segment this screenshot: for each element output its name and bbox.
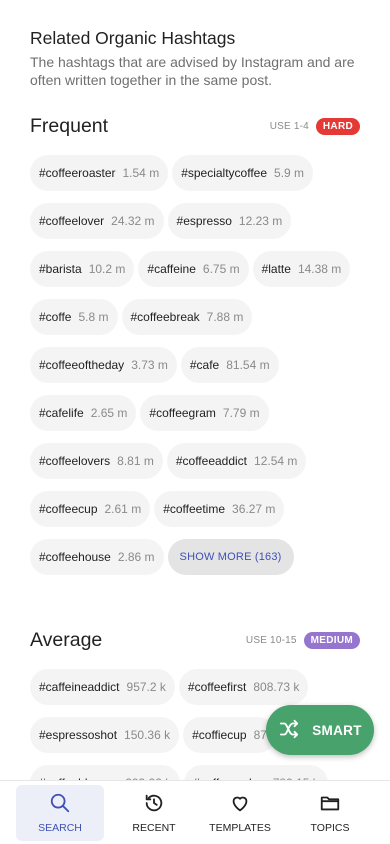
difficulty-badge-medium: MEDIUM	[303, 632, 360, 649]
nav-search[interactable]: SEARCH	[16, 785, 104, 841]
frequent-usage: USE 1-4 HARD	[270, 118, 360, 135]
hashtag-count: 1.54 m	[122, 166, 160, 180]
hashtag-name: #barista	[39, 262, 82, 276]
average-section-header: Average USE 10-15 MEDIUM	[30, 629, 360, 652]
hashtag-chip[interactable]: #coffeeoftheday 3.73 m	[30, 347, 177, 383]
page-description: The hashtags that are advised by Instagr…	[30, 54, 355, 88]
hashtag-count: 2.86 m	[117, 550, 155, 564]
page-title: Related Organic Hashtags	[30, 28, 236, 48]
hashtag-chip[interactable]: #latte 14.38 m	[252, 251, 351, 287]
difficulty-badge-hard: HARD	[315, 118, 360, 135]
hashtag-chip[interactable]: #caffeineaddict 957.2 k	[30, 669, 175, 705]
hashtag-chip[interactable]: #coffe 5.8 m	[30, 299, 118, 335]
smart-button[interactable]: SMART	[266, 705, 374, 755]
hashtag-count: 150.36 k	[124, 728, 171, 742]
frequent-section-header: Frequent USE 1-4 HARD	[30, 115, 360, 138]
hashtag-count: 2.65 m	[90, 406, 128, 420]
hashtag-name: #espresso	[176, 214, 232, 228]
hashtag-count: 10.2 m	[88, 262, 126, 276]
hashtag-chip[interactable]: #coffeetime 36.27 m	[154, 491, 285, 527]
smart-button-label: SMART	[312, 722, 362, 738]
hashtag-chip[interactable]: #coffeegram 7.79 m	[140, 395, 269, 431]
nav-recent[interactable]: RECENT	[110, 785, 198, 841]
average-title: Average	[30, 629, 103, 651]
hashtag-name: #coffeecup	[39, 502, 98, 516]
bottom-navigation: SEARCH RECENT TEMPLATES TOPICS	[0, 780, 390, 844]
nav-search-label: SEARCH	[38, 822, 82, 834]
hashtag-count: 7.88 m	[206, 310, 244, 324]
hashtag-chip[interactable]: #coffeefirst 808.73 k	[178, 669, 309, 705]
heart-icon	[229, 792, 251, 817]
hashtag-name: #espressoshot	[39, 728, 118, 742]
hashtag-count: 957.2 k	[126, 680, 166, 694]
hashtag-chip[interactable]: #coffeehouse 2.86 m	[30, 539, 164, 575]
hashtag-count: 7.79 m	[222, 406, 260, 420]
hashtag-chip[interactable]: #coffeelovers 8.81 m	[30, 443, 163, 479]
hashtag-count: 2.61 m	[104, 502, 142, 516]
hashtag-chip[interactable]: #coffeecup 2.61 m	[30, 491, 151, 527]
hashtag-chip[interactable]: #coffeelover 24.32 m	[30, 203, 164, 239]
folder-icon	[319, 792, 341, 817]
average-usage-text: USE 10-15	[245, 635, 297, 646]
hashtag-chip[interactable]: #espresso 12.23 m	[167, 203, 292, 239]
average-usage: USE 10-15 MEDIUM	[246, 632, 360, 649]
hashtag-count: 808.73 k	[253, 680, 300, 694]
hashtag-name: #coffeegram	[149, 406, 216, 420]
hashtag-name: #coffeelovers	[39, 454, 111, 468]
hashtag-name: #coffeeaddict	[175, 454, 248, 468]
hashtag-count: 6.75 m	[202, 262, 240, 276]
hashtag-count: 14.38 m	[297, 262, 342, 276]
hashtag-count: 87	[253, 728, 267, 742]
hashtag-name: #coffeeroaster	[39, 166, 116, 180]
hashtag-name: #coffeetime	[163, 502, 226, 516]
hashtag-name: #coffeefirst	[187, 680, 247, 694]
hashtag-name: #caffeineaddict	[39, 680, 120, 694]
hashtag-chip[interactable]: #cafelife 2.65 m	[30, 395, 137, 431]
hashtag-count: 5.8 m	[78, 310, 109, 324]
hashtag-count: 12.54 m	[254, 454, 298, 468]
hashtag-count: 5.9 m	[274, 166, 305, 180]
hashtag-chip[interactable]: #cafe 81.54 m	[180, 347, 279, 383]
hashtag-chip[interactable]: #specialtycoffee 5.9 m	[172, 155, 314, 191]
hashtag-count: 12.23 m	[238, 214, 283, 228]
hashtag-chip[interactable]: #espressoshot 150.36 k	[30, 717, 180, 753]
hashtag-chip[interactable]: #caffeine 6.75 m	[138, 251, 249, 287]
hashtag-name: #specialtycoffee	[181, 166, 268, 180]
hashtag-chip[interactable]: #coffiecup 87	[183, 717, 276, 753]
hashtag-chip[interactable]: #coffeebreak 7.88 m	[121, 299, 253, 335]
hashtag-chip[interactable]: #coffeeaddict 12.54 m	[166, 443, 307, 479]
hashtag-name: #cafe	[189, 358, 220, 372]
hashtag-count: 36.27 m	[232, 502, 276, 516]
hashtag-name: #coffeebreak	[130, 310, 200, 324]
hashtag-name: #latte	[261, 262, 291, 276]
search-icon	[49, 792, 71, 817]
hashtag-count: 24.32 m	[111, 214, 155, 228]
hashtag-count: 81.54 m	[226, 358, 270, 372]
nav-topics-label: TOPICS	[310, 822, 350, 834]
show-more-button[interactable]: SHOW MORE (163)	[167, 539, 294, 575]
hashtag-name: #coffeeoftheday	[39, 358, 125, 372]
nav-templates-label: TEMPLATES	[209, 822, 271, 834]
nav-topics[interactable]: TOPICS	[286, 785, 374, 841]
hashtag-name: #coffeelover	[39, 214, 105, 228]
frequent-tag-list: #coffeeroaster 1.54 m #specialtycoffee 5.9 …	[30, 155, 360, 575]
hashtag-name: #coffiecup	[192, 728, 247, 742]
main-content: Related Organic Hashtags The hashtags th…	[0, 0, 390, 784]
hashtag-name: #cafelife	[39, 406, 84, 420]
hashtag-name: #caffeine	[147, 262, 196, 276]
hashtag-chip[interactable]: #barista 10.2 m	[30, 251, 135, 287]
hashtag-name: #coffeehouse	[39, 550, 111, 564]
hashtag-count: 8.81 m	[117, 454, 154, 468]
hashtag-name: #coffe	[39, 310, 72, 324]
hashtag-count: 3.73 m	[131, 358, 168, 372]
shuffle-icon	[278, 718, 300, 743]
frequent-title: Frequent	[30, 115, 109, 137]
nav-recent-label: RECENT	[132, 822, 176, 834]
history-icon	[143, 792, 165, 817]
nav-templates[interactable]: TEMPLATES	[196, 785, 284, 841]
frequent-usage-text: USE 1-4	[269, 121, 309, 132]
hashtag-chip[interactable]: #coffeeroaster 1.54 m	[30, 155, 169, 191]
